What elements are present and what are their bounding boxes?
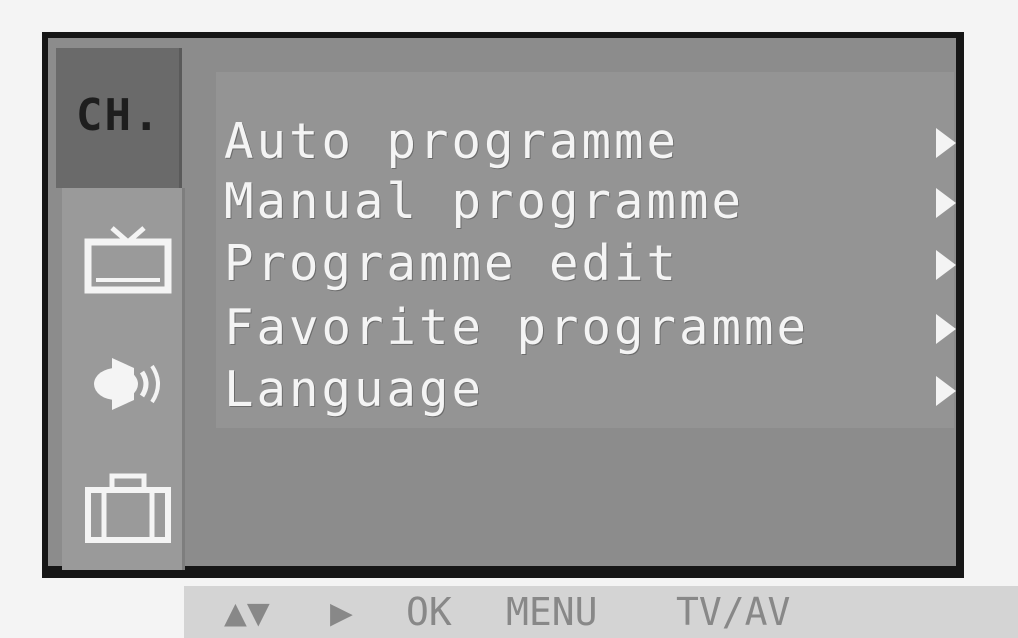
right-key-hint: ▶ — [330, 590, 353, 634]
right-arrow-icon — [936, 314, 956, 344]
right-arrow-icon — [936, 188, 956, 218]
ok-key-hint: OK — [406, 590, 452, 634]
tab-channel-label: CH. — [76, 90, 162, 141]
tv-av-key-hint: TV/AV — [676, 590, 791, 634]
menu-item-label: Manual programme — [224, 173, 745, 230]
menu-item-programme-edit[interactable]: Programme edit — [224, 234, 956, 294]
category-sidebar: CH. — [56, 48, 185, 570]
menu-item-label: Auto programme — [224, 113, 680, 170]
menu-item-language[interactable]: Language — [224, 360, 956, 420]
menu-item-auto-programme[interactable]: Auto programme — [224, 112, 956, 172]
channel-submenu: Auto programme Manual programme Programm… — [216, 72, 956, 428]
sidebar-tabs — [62, 188, 185, 570]
right-arrow-icon — [936, 128, 956, 158]
briefcase-icon[interactable] — [82, 468, 174, 548]
right-arrow-icon — [936, 250, 956, 280]
osd-panel: CH. Auto programme Manual programme Prog… — [48, 38, 956, 570]
speaker-icon[interactable] — [82, 344, 174, 424]
menu-key-hint: MENU — [506, 590, 598, 634]
menu-item-label: Language — [224, 361, 485, 418]
menu-item-label: Favorite programme — [224, 299, 810, 356]
up-down-keys-hint: ▲▼ — [224, 590, 270, 634]
key-help-bar: ▲▼ ▶ OK MENU TV/AV — [184, 586, 1018, 638]
tab-channel[interactable]: CH. — [56, 48, 182, 188]
tv-icon[interactable] — [82, 218, 174, 298]
menu-item-manual-programme[interactable]: Manual programme — [224, 172, 956, 232]
osd-menu-window: CH. Auto programme Manual programme Prog… — [42, 32, 964, 578]
right-arrow-icon — [936, 376, 956, 406]
menu-item-label: Programme edit — [224, 235, 680, 292]
menu-item-favorite-programme[interactable]: Favorite programme — [224, 298, 956, 358]
